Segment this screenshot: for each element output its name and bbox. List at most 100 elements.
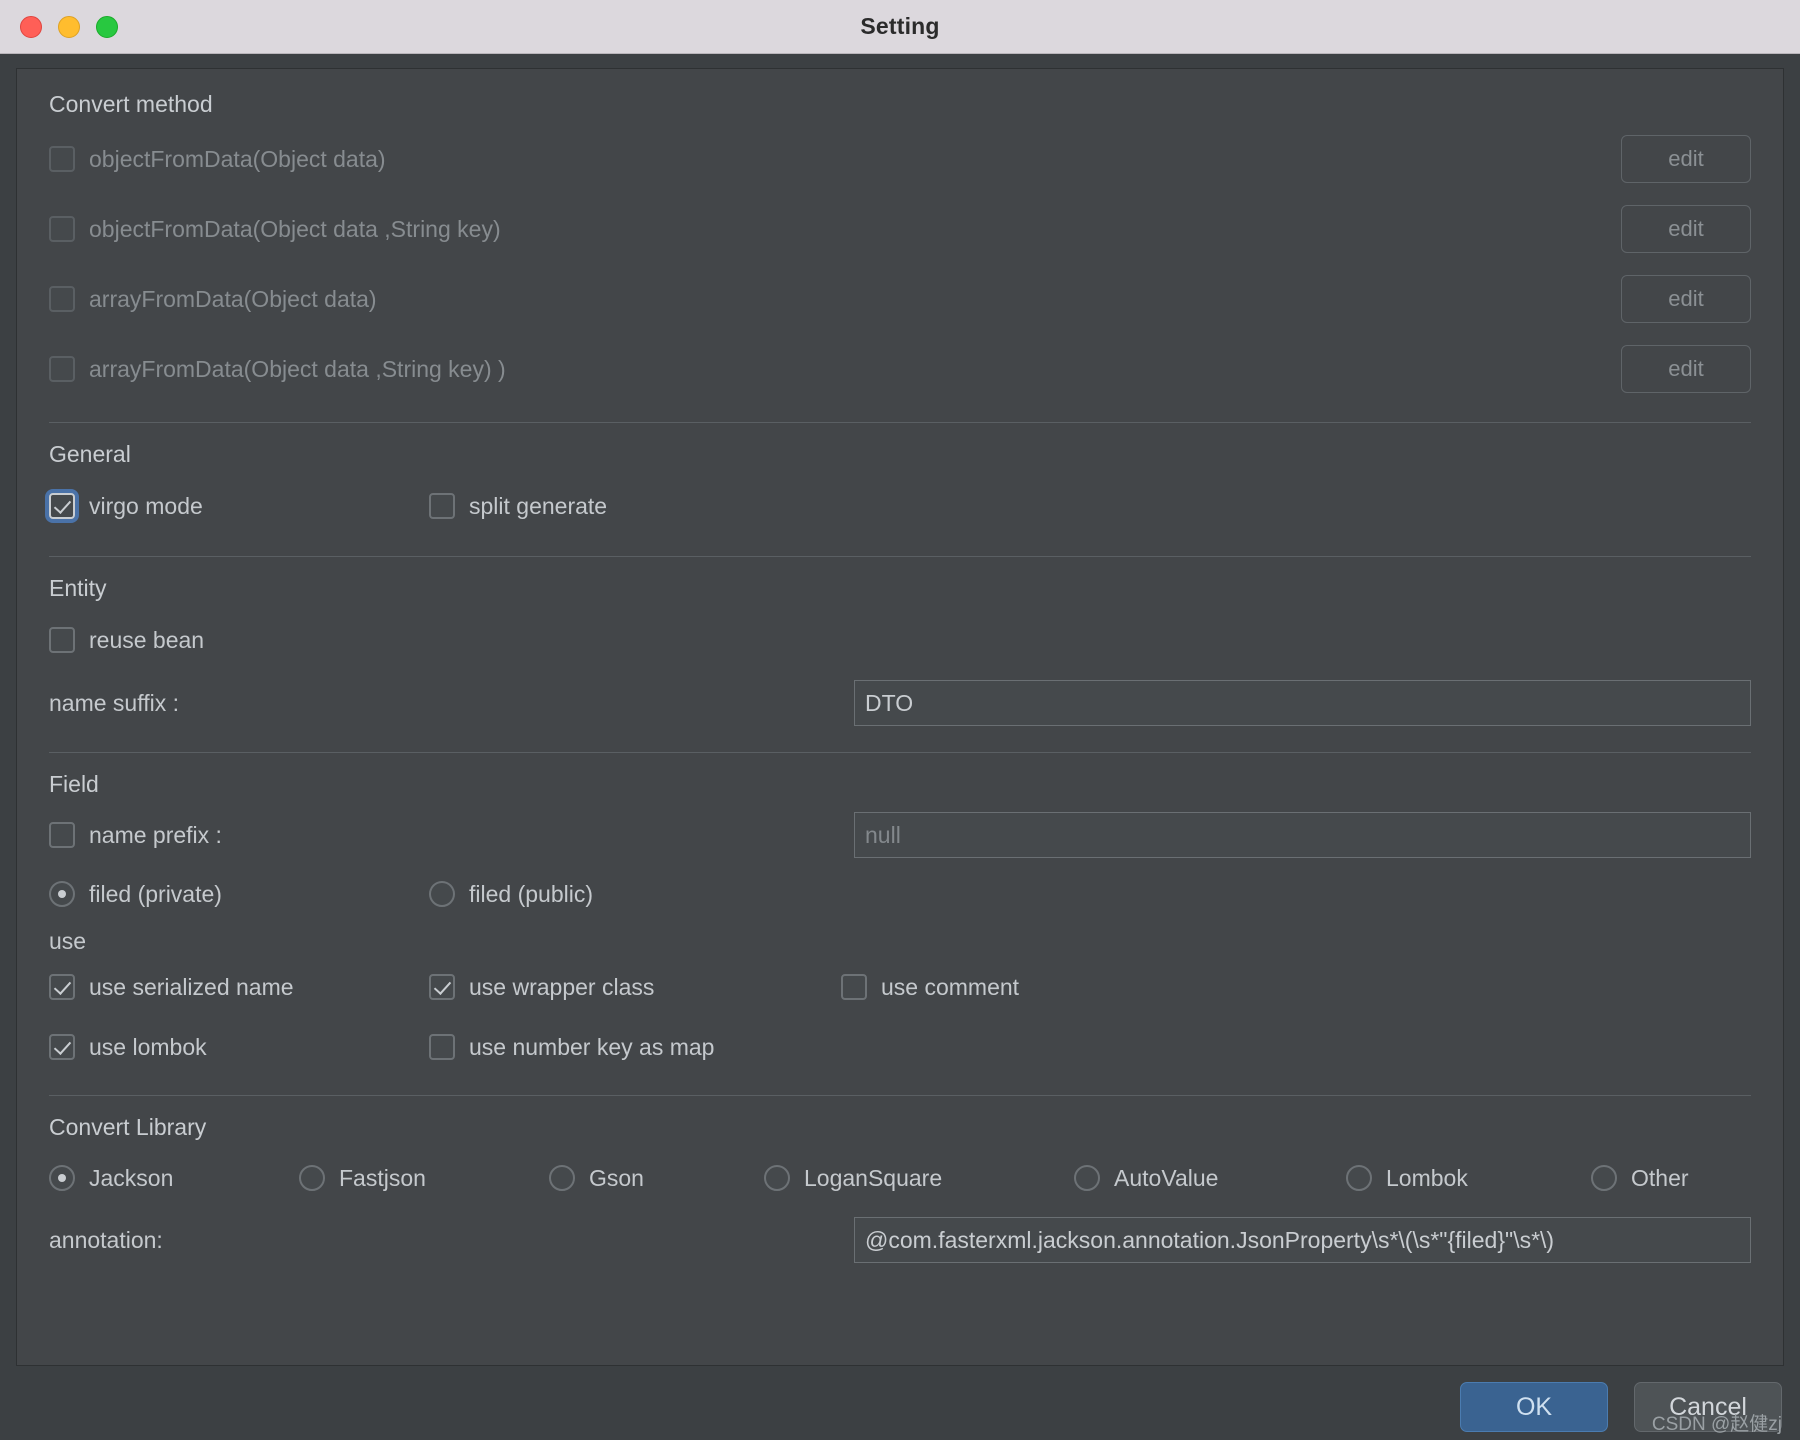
- checkbox-reuse-bean[interactable]: reuse bean: [49, 608, 1751, 672]
- split-generate-label: split generate: [469, 492, 608, 519]
- reuse-bean-label: reuse bean: [89, 626, 205, 653]
- checkbox-icon[interactable]: [49, 493, 75, 519]
- convert-library-heading: Convert Library: [49, 1114, 207, 1140]
- radio-icon[interactable]: [1591, 1165, 1617, 1191]
- use-wrapper-class-label: use wrapper class: [469, 973, 655, 1000]
- use-options-row-1: use serialized name use wrapper class us…: [49, 957, 1751, 1017]
- virgo-mode-label: virgo mode: [89, 492, 203, 519]
- convert-method-checkbox-1[interactable]: objectFromData(Object data ,String key): [49, 216, 501, 243]
- radio-icon[interactable]: [49, 1165, 75, 1191]
- name-suffix-input[interactable]: [854, 680, 1751, 726]
- checkbox-icon[interactable]: [429, 974, 455, 1000]
- radio-fastjson[interactable]: Fastjson: [299, 1165, 549, 1192]
- use-serialized-name-label: use serialized name: [89, 973, 294, 1000]
- entity-heading: Entity: [49, 575, 107, 601]
- radio-lombok[interactable]: Lombok: [1346, 1165, 1591, 1192]
- checkbox-icon[interactable]: [49, 356, 75, 382]
- name-suffix-label: name suffix :: [49, 689, 179, 716]
- checkbox-icon[interactable]: [49, 627, 75, 653]
- name-prefix-field-row: name prefix :: [49, 804, 1751, 866]
- checkbox-icon[interactable]: [49, 1034, 75, 1060]
- logansquare-label: LoganSquare: [804, 1164, 943, 1191]
- checkbox-icon[interactable]: [49, 146, 75, 172]
- checkbox-icon[interactable]: [49, 216, 75, 242]
- use-number-key-as-map-label: use number key as map: [469, 1033, 715, 1060]
- checkbox-icon[interactable]: [429, 1034, 455, 1060]
- divider-2: [49, 556, 1751, 557]
- lombok-label: Lombok: [1386, 1164, 1468, 1191]
- checkbox-icon[interactable]: [429, 493, 455, 519]
- name-suffix-field-row: name suffix :: [49, 672, 1751, 734]
- use-lombok-label: use lombok: [89, 1033, 207, 1060]
- checkbox-virgo-mode[interactable]: virgo mode: [49, 493, 429, 520]
- convert-method-checkbox-3[interactable]: arrayFromData(Object data ,String key) ): [49, 356, 506, 383]
- annotation-label: annotation:: [49, 1226, 163, 1253]
- convert-method-row-3: arrayFromData(Object data ,String key) )…: [49, 334, 1751, 404]
- gson-label: Gson: [589, 1164, 644, 1191]
- radio-icon[interactable]: [1346, 1165, 1372, 1191]
- edit-button-3[interactable]: edit: [1621, 345, 1751, 393]
- autovalue-label: AutoValue: [1114, 1164, 1219, 1191]
- checkbox-split-generate[interactable]: split generate: [429, 493, 607, 520]
- radio-icon[interactable]: [299, 1165, 325, 1191]
- convert-method-label-3: arrayFromData(Object data ,String key) ): [89, 355, 506, 382]
- convert-method-checkbox-2[interactable]: arrayFromData(Object data): [49, 286, 377, 313]
- field-visibility-row: filed (private) filed (public): [49, 866, 1751, 922]
- checkbox-icon[interactable]: [49, 822, 75, 848]
- checkbox-use-serialized-name[interactable]: use serialized name: [49, 974, 429, 1001]
- edit-button-2[interactable]: edit: [1621, 275, 1751, 323]
- dialog-footer: OK Cancel CSDN @赵健zj: [0, 1366, 1800, 1440]
- radio-autovalue[interactable]: AutoValue: [1074, 1165, 1346, 1192]
- convert-method-label-1: objectFromData(Object data ,String key): [89, 215, 501, 242]
- convert-method-checkbox-0[interactable]: objectFromData(Object data): [49, 146, 386, 173]
- radio-icon[interactable]: [764, 1165, 790, 1191]
- other-label: Other: [1631, 1164, 1689, 1191]
- checkbox-icon[interactable]: [841, 974, 867, 1000]
- radio-gson[interactable]: Gson: [549, 1165, 764, 1192]
- annotation-field-row: annotation:: [49, 1209, 1751, 1271]
- edit-button-1[interactable]: edit: [1621, 205, 1751, 253]
- radio-icon[interactable]: [429, 881, 455, 907]
- checkbox-use-wrapper-class[interactable]: use wrapper class: [429, 974, 841, 1001]
- filed-public-label: filed (public): [469, 880, 593, 907]
- convert-library-options-row: Jackson Fastjson Gson LoganSquare AutoVa…: [49, 1147, 1751, 1209]
- annotation-input[interactable]: [854, 1217, 1751, 1263]
- radio-filed-private[interactable]: filed (private): [49, 881, 429, 908]
- settings-panel: Convert method objectFromData(Object dat…: [16, 68, 1784, 1366]
- checkbox-icon[interactable]: [49, 286, 75, 312]
- general-options-row: virgo mode split generate: [49, 474, 1751, 538]
- window-title: Setting: [860, 13, 940, 39]
- checkbox-icon[interactable]: [49, 974, 75, 1000]
- name-prefix-input[interactable]: [854, 812, 1751, 858]
- divider-1: [49, 422, 1751, 423]
- use-heading: use: [49, 928, 87, 954]
- edit-button-0[interactable]: edit: [1621, 135, 1751, 183]
- setting-dialog-window: Setting Convert method objectFromData(Ob…: [0, 0, 1800, 1440]
- convert-method-row-1: objectFromData(Object data ,String key) …: [49, 194, 1751, 264]
- radio-filed-public[interactable]: filed (public): [429, 881, 593, 908]
- titlebar: Setting: [0, 0, 1800, 54]
- radio-jackson[interactable]: Jackson: [49, 1165, 299, 1192]
- convert-method-row-2: arrayFromData(Object data) edit: [49, 264, 1751, 334]
- field-heading: Field: [49, 771, 99, 797]
- radio-icon[interactable]: [1074, 1165, 1100, 1191]
- radio-other[interactable]: Other: [1591, 1165, 1689, 1192]
- name-prefix-checkbox[interactable]: name prefix :: [49, 822, 854, 849]
- checkbox-use-number-key-as-map[interactable]: use number key as map: [429, 1034, 714, 1061]
- radio-icon[interactable]: [549, 1165, 575, 1191]
- radio-icon[interactable]: [49, 881, 75, 907]
- checkbox-use-comment[interactable]: use comment: [841, 974, 1019, 1001]
- convert-method-row-0: objectFromData(Object data) edit: [49, 124, 1751, 194]
- general-heading: General: [49, 441, 131, 467]
- use-options-row-2: use lombok use number key as map: [49, 1017, 1751, 1077]
- radio-logansquare[interactable]: LoganSquare: [764, 1165, 1074, 1192]
- ok-button[interactable]: OK: [1460, 1382, 1608, 1432]
- use-comment-label: use comment: [881, 973, 1020, 1000]
- divider-3: [49, 752, 1751, 753]
- jackson-label: Jackson: [89, 1164, 174, 1191]
- convert-method-label-0: objectFromData(Object data): [89, 145, 386, 172]
- convert-method-heading: Convert method: [49, 91, 213, 117]
- checkbox-use-lombok[interactable]: use lombok: [49, 1034, 429, 1061]
- watermark: CSDN @赵健zj: [1651, 1414, 1782, 1435]
- filed-private-label: filed (private): [89, 880, 222, 907]
